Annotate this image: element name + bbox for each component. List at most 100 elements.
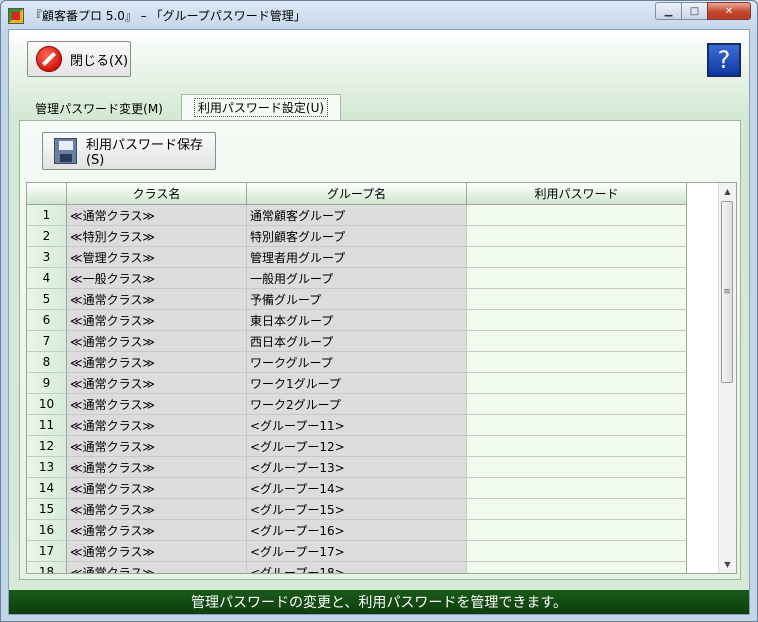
table-row[interactable]: 7 ≪通常クラス≫ 西日本グループ — [27, 331, 687, 352]
class-name-cell: ≪通常クラス≫ — [67, 331, 247, 352]
table-row[interactable]: 18 ≪通常クラス≫ <グループー18> — [27, 562, 687, 573]
table-row[interactable]: 2 ≪特別クラス≫ 特別顧客グループ — [27, 226, 687, 247]
password-input-cell[interactable] — [467, 373, 687, 394]
app-window: 『顧客番プロ 5.0』 – 「グループパスワード管理」 ▁ □ ✕ 閉じる(X)… — [0, 0, 758, 622]
table-row[interactable]: 4 ≪一般クラス≫ 一般用グループ — [27, 268, 687, 289]
password-input-cell[interactable] — [467, 562, 687, 573]
password-input-cell[interactable] — [467, 478, 687, 499]
minimize-button[interactable]: ▁ — [655, 2, 681, 20]
group-name-cell: 管理者用グループ — [247, 247, 467, 268]
password-input-cell[interactable] — [467, 541, 687, 562]
row-number[interactable]: 6 — [27, 310, 67, 331]
close-button[interactable]: 閉じる(X) — [27, 41, 131, 77]
help-button[interactable]: ? — [707, 43, 741, 77]
row-number[interactable]: 8 — [27, 352, 67, 373]
password-input-cell[interactable] — [467, 268, 687, 289]
row-number[interactable]: 12 — [27, 436, 67, 457]
tab-panel: 利用パスワード保存(S) クラス名 グループ名 利用パスワード 1 ≪通常クラス≫… — [19, 120, 741, 580]
password-input-cell[interactable] — [467, 457, 687, 478]
password-input-cell[interactable] — [467, 499, 687, 520]
table-row[interactable]: 5 ≪通常クラス≫ 予備グループ — [27, 289, 687, 310]
app-icon[interactable] — [8, 8, 24, 24]
row-number[interactable]: 5 — [27, 289, 67, 310]
table-row[interactable]: 12 ≪通常クラス≫ <グループー12> — [27, 436, 687, 457]
save-button-label: 利用パスワード保存(S) — [85, 138, 203, 168]
password-input-cell[interactable] — [467, 247, 687, 268]
title-bar[interactable]: 『顧客番プロ 5.0』 – 「グループパスワード管理」 ▁ □ ✕ — [1, 1, 757, 29]
row-number[interactable]: 18 — [27, 562, 67, 573]
group-name-cell: 特別顧客グループ — [247, 226, 467, 247]
scroll-down-arrow-icon[interactable]: ▼ — [719, 556, 736, 573]
row-number[interactable]: 16 — [27, 520, 67, 541]
row-number[interactable]: 15 — [27, 499, 67, 520]
table-row[interactable]: 15 ≪通常クラス≫ <グループー15> — [27, 499, 687, 520]
password-input-cell[interactable] — [467, 226, 687, 247]
class-name-cell: ≪通常クラス≫ — [67, 373, 247, 394]
grid-header: クラス名 グループ名 利用パスワード — [27, 183, 687, 205]
group-name-cell: 西日本グループ — [247, 331, 467, 352]
table-row[interactable]: 11 ≪通常クラス≫ <グループー11> — [27, 415, 687, 436]
password-input-cell[interactable] — [467, 436, 687, 457]
password-input-cell[interactable] — [467, 415, 687, 436]
class-name-cell: ≪通常クラス≫ — [67, 562, 247, 573]
row-number[interactable]: 14 — [27, 478, 67, 499]
row-number[interactable]: 10 — [27, 394, 67, 415]
table-row[interactable]: 16 ≪通常クラス≫ <グループー16> — [27, 520, 687, 541]
row-number[interactable]: 13 — [27, 457, 67, 478]
table-row[interactable]: 14 ≪通常クラス≫ <グループー14> — [27, 478, 687, 499]
close-button-label: 閉じる(X) — [70, 53, 129, 69]
password-input-cell[interactable] — [467, 520, 687, 541]
group-name-cell: <グループー16> — [247, 520, 467, 541]
table-row[interactable]: 10 ≪通常クラス≫ ワーク2グループ — [27, 394, 687, 415]
table-row[interactable]: 13 ≪通常クラス≫ <グループー13> — [27, 457, 687, 478]
column-header-group[interactable]: グループ名 — [247, 183, 467, 205]
password-input-cell[interactable] — [467, 205, 687, 226]
password-input-cell[interactable] — [467, 331, 687, 352]
maximize-button[interactable]: □ — [681, 2, 707, 20]
table-row[interactable]: 3 ≪管理クラス≫ 管理者用グループ — [27, 247, 687, 268]
save-password-button[interactable]: 利用パスワード保存(S) — [42, 132, 216, 170]
question-icon: ? — [717, 46, 731, 74]
class-name-cell: ≪通常クラス≫ — [67, 436, 247, 457]
tab-use-password[interactable]: 利用パスワード設定(U) — [181, 94, 341, 120]
row-number[interactable]: 11 — [27, 415, 67, 436]
table-row[interactable]: 17 ≪通常クラス≫ <グループー17> — [27, 541, 687, 562]
group-name-cell: 東日本グループ — [247, 310, 467, 331]
class-name-cell: ≪特別クラス≫ — [67, 226, 247, 247]
scroll-up-arrow-icon[interactable]: ▲ — [719, 183, 736, 200]
class-name-cell: ≪通常クラス≫ — [67, 499, 247, 520]
vertical-scrollbar[interactable]: ▲ ≡ ▼ — [718, 183, 736, 573]
row-number[interactable]: 2 — [27, 226, 67, 247]
no-entry-icon — [36, 46, 62, 72]
window-close-button[interactable]: ✕ — [707, 2, 751, 20]
group-name-cell: <グループー18> — [247, 562, 467, 573]
row-number[interactable]: 17 — [27, 541, 67, 562]
row-number[interactable]: 3 — [27, 247, 67, 268]
password-input-cell[interactable] — [467, 352, 687, 373]
class-name-cell: ≪通常クラス≫ — [67, 478, 247, 499]
password-input-cell[interactable] — [467, 289, 687, 310]
table-row[interactable]: 6 ≪通常クラス≫ 東日本グループ — [27, 310, 687, 331]
group-name-cell: ワーク2グループ — [247, 394, 467, 415]
class-name-cell: ≪通常クラス≫ — [67, 520, 247, 541]
row-number[interactable]: 7 — [27, 331, 67, 352]
password-input-cell[interactable] — [467, 394, 687, 415]
group-name-cell: ワークグループ — [247, 352, 467, 373]
column-header-password[interactable]: 利用パスワード — [467, 183, 687, 205]
class-name-cell: ≪通常クラス≫ — [67, 394, 247, 415]
status-bar: 管理パスワードの変更と、利用パスワードを管理できます。 — [9, 590, 749, 614]
table-row[interactable]: 9 ≪通常クラス≫ ワーク1グループ — [27, 373, 687, 394]
table-row[interactable]: 8 ≪通常クラス≫ ワークグループ — [27, 352, 687, 373]
scrollbar-thumb[interactable]: ≡ — [721, 201, 733, 383]
header-corner[interactable] — [27, 183, 67, 205]
tab-manage-password[interactable]: 管理パスワード変更(M) — [21, 96, 177, 120]
group-name-cell: <グループー15> — [247, 499, 467, 520]
class-name-cell: ≪通常クラス≫ — [67, 415, 247, 436]
floppy-disk-icon — [54, 138, 77, 164]
row-number[interactable]: 1 — [27, 205, 67, 226]
row-number[interactable]: 9 — [27, 373, 67, 394]
row-number[interactable]: 4 — [27, 268, 67, 289]
password-input-cell[interactable] — [467, 310, 687, 331]
column-header-class[interactable]: クラス名 — [67, 183, 247, 205]
table-row[interactable]: 1 ≪通常クラス≫ 通常顧客グループ — [27, 205, 687, 226]
